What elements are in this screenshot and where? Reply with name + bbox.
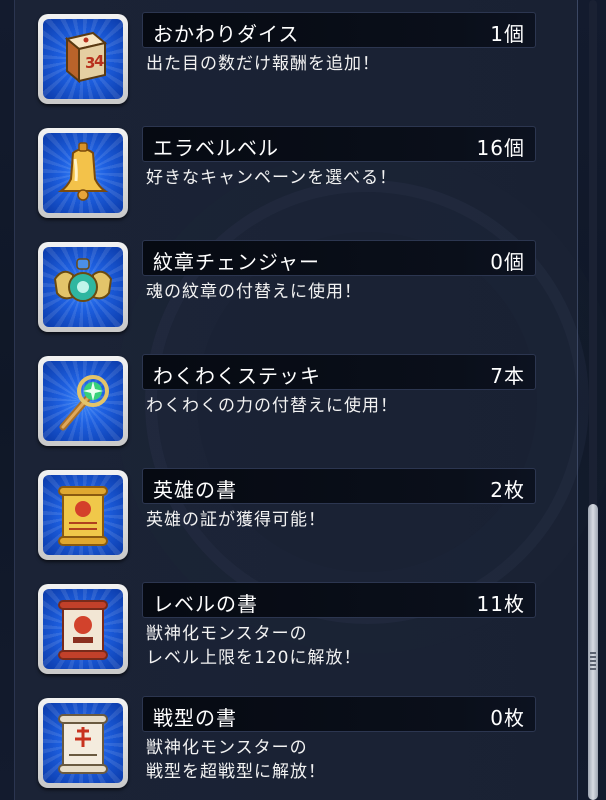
battle-type-scroll-icon	[43, 703, 123, 783]
item-icon-frame	[38, 242, 128, 332]
list-item[interactable]: 紋章チェンジャー 0個 魂の紋章の付替えに使用！	[38, 236, 568, 346]
item-description-line: 戦型を超戦型に解放！	[146, 762, 326, 782]
item-description-line: 獣神化モンスターの	[146, 624, 308, 644]
item-description: わくわくの力の付替えに使用！	[146, 394, 398, 418]
bell-icon	[43, 133, 123, 213]
list-item[interactable]: 3 4 おかわりダイス 1個 出た目の数だけ報酬を追加！	[38, 8, 568, 118]
item-description-line: 英雄の証が獲得可能！	[146, 510, 326, 530]
item-name-bar: 英雄の書 2枚	[142, 468, 536, 504]
item-count: 0枚	[490, 706, 525, 730]
item-name: わくわくステッキ	[153, 364, 321, 388]
item-count: 0個	[490, 250, 525, 274]
item-description: 好きなキャンペーンを選べる！	[146, 166, 397, 190]
item-icon-frame	[38, 128, 128, 218]
item-count: 16個	[476, 136, 525, 160]
list-item[interactable]: 英雄の書 2枚 英雄の証が獲得可能！	[38, 464, 568, 574]
item-count: 7本	[490, 364, 525, 388]
item-count: 11枚	[476, 592, 525, 616]
item-name-bar: レベルの書 11枚	[142, 582, 536, 618]
item-name: レベルの書	[153, 592, 258, 616]
item-description: 英雄の証が獲得可能！	[146, 508, 326, 532]
item-description-line: わくわくの力の付替えに使用！	[146, 396, 398, 416]
list-scrollbar[interactable]	[586, 0, 600, 800]
item-name-bar: エラベルベル 16個	[142, 126, 536, 162]
item-icon-frame	[38, 470, 128, 560]
item-name-bar: わくわくステッキ 7本	[142, 354, 536, 390]
item-description: 出た目の数だけ報酬を追加！	[146, 52, 380, 76]
item-name-bar: 戦型の書 0枚	[142, 696, 536, 732]
item-description-line: 獣神化モンスターの	[146, 738, 308, 758]
item-name: 紋章チェンジャー	[153, 250, 320, 274]
item-name: おかわりダイス	[153, 22, 300, 46]
dice-icon: 3 4	[43, 19, 123, 99]
item-icon-frame	[38, 356, 128, 446]
item-description-line: 魂の紋章の付替えに使用！	[146, 282, 362, 302]
item-icon-frame	[38, 584, 128, 674]
list-item[interactable]: レベルの書 11枚 獣神化モンスターの レベル上限を120に解放！	[38, 578, 568, 688]
item-name: 英雄の書	[153, 478, 237, 502]
item-description-line: 出た目の数だけ報酬を追加！	[146, 54, 380, 74]
list-item[interactable]: 戦型の書 0枚 獣神化モンスターの 戦型を超戦型に解放！	[38, 692, 568, 800]
item-list-screen: 3 4 おかわりダイス 1個 出た目の数だけ報酬を追加！ エラベルベル 16個 …	[0, 0, 606, 800]
item-name-bar: おかわりダイス 1個	[142, 12, 536, 48]
item-count: 2枚	[490, 478, 525, 502]
item-name: 戦型の書	[153, 706, 237, 730]
svg-text:4: 4	[94, 52, 104, 70]
item-icon-frame: 3 4	[38, 14, 128, 104]
level-scroll-icon	[43, 589, 123, 669]
item-count: 1個	[490, 22, 525, 46]
item-name-bar: 紋章チェンジャー 0個	[142, 240, 536, 276]
item-description-line: レベル上限を120に解放！	[146, 648, 362, 668]
item-icon-frame	[38, 698, 128, 788]
stick-icon	[43, 361, 123, 441]
hero-scroll-icon	[43, 475, 123, 555]
item-description: 魂の紋章の付替えに使用！	[146, 280, 362, 304]
emblem-changer-icon	[43, 247, 123, 327]
scrollbar-thumb[interactable]	[588, 504, 598, 800]
item-description-line: 好きなキャンペーンを選べる！	[146, 168, 398, 188]
item-description: 獣神化モンスターの 戦型を超戦型に解放！	[146, 736, 326, 784]
scrollbar-grip-icon	[590, 652, 596, 672]
list-item[interactable]: わくわくステッキ 7本 わくわくの力の付替えに使用！	[38, 350, 568, 460]
list-item[interactable]: エラベルベル 16個 好きなキャンペーンを選べる！	[38, 122, 568, 232]
item-description: 獣神化モンスターの レベル上限を120に解放！	[146, 622, 361, 670]
item-name: エラベルベル	[153, 136, 279, 160]
